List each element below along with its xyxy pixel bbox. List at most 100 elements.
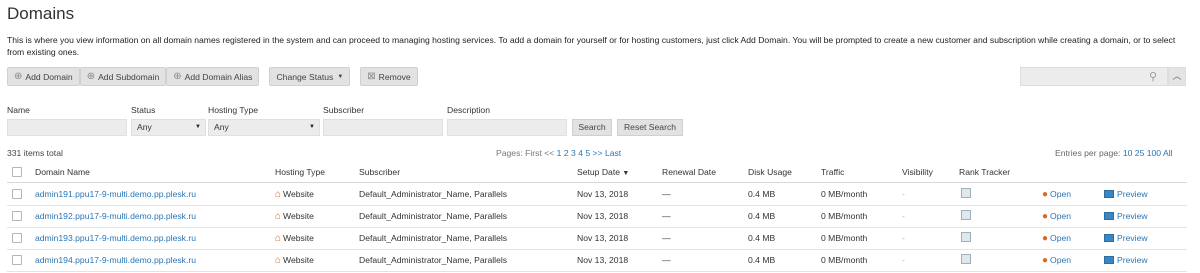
- open-link[interactable]: ● Open: [1042, 233, 1071, 244]
- rank-tracker-icon[interactable]: [961, 188, 971, 198]
- open-link[interactable]: ● Open: [1042, 189, 1071, 200]
- items-total: 331 items total: [7, 148, 63, 158]
- traffic-cell: 0 MB/month: [821, 211, 868, 221]
- page-next-last-link[interactable]: >> Last: [593, 148, 622, 158]
- remove-icon: ⊠: [367, 71, 376, 82]
- domain-name-link[interactable]: admin193.ppu17-9-multi.demo.pp.plesk.ru: [35, 233, 196, 243]
- column-domain-name[interactable]: Domain Name: [35, 167, 90, 177]
- entries-option-all[interactable]: All: [1163, 148, 1173, 158]
- preview-link[interactable]: Preview: [1104, 211, 1148, 221]
- hosting-type-value: Website: [283, 211, 314, 221]
- column-setup-date-label: Setup Date: [577, 167, 620, 177]
- page-link-1[interactable]: 1: [557, 148, 562, 158]
- setup-date-cell: Nov 13, 2018: [577, 211, 629, 221]
- select-all-checkbox[interactable]: [12, 167, 22, 177]
- open-link[interactable]: ● Open: [1042, 211, 1071, 222]
- row-checkbox[interactable]: [12, 211, 22, 221]
- pagination: Pages: First << 1 2 3 4 5 >> Last: [496, 148, 621, 158]
- remove-label: Remove: [378, 71, 411, 82]
- add-domain-icon: ⊕: [14, 71, 23, 82]
- preview-icon: [1104, 190, 1114, 198]
- visibility-cell: -: [902, 211, 905, 221]
- page-link-5[interactable]: 5: [585, 148, 590, 158]
- rank-tracker-icon[interactable]: [961, 210, 971, 220]
- column-visibility[interactable]: Visibility: [902, 167, 933, 177]
- preview-icon: [1104, 234, 1114, 242]
- rank-tracker-icon[interactable]: [961, 254, 971, 264]
- subscriber-filter-label: Subscriber: [323, 105, 365, 115]
- collapse-search-button[interactable]: ︿: [1168, 67, 1186, 86]
- column-rank-tracker[interactable]: Rank Tracker: [959, 167, 1010, 177]
- hosting-type-filter-label: Hosting Type: [208, 105, 259, 115]
- hosting-type-value: Website: [283, 189, 314, 199]
- toolbar-separator: [353, 67, 357, 86]
- rank-tracker-icon[interactable]: [961, 232, 971, 242]
- column-setup-date[interactable]: Setup Date ▼: [577, 167, 629, 177]
- domain-name-link[interactable]: admin192.ppu17-9-multi.demo.pp.plesk.ru: [35, 211, 196, 221]
- open-icon: ●: [1042, 211, 1049, 222]
- preview-label: Preview: [1117, 255, 1148, 265]
- description-filter-input[interactable]: [447, 119, 567, 136]
- description-filter-label: Description: [447, 105, 490, 115]
- hosting-type-value: Website: [283, 255, 314, 265]
- global-search-input[interactable]: ⚲: [1020, 67, 1168, 86]
- toolbar: ⊕ Add Domain ⊕ Add Subdomain ⊕ Add Domai…: [7, 67, 418, 86]
- table-row: admin192.ppu17-9-multi.demo.pp.plesk.ru …: [7, 205, 1187, 228]
- remove-button[interactable]: ⊠ Remove: [360, 67, 418, 86]
- column-hosting-type[interactable]: Hosting Type: [275, 167, 325, 177]
- open-label: Open: [1050, 211, 1072, 221]
- page-link-2[interactable]: 2: [564, 148, 569, 158]
- table-row: admin193.ppu17-9-multi.demo.pp.plesk.ru …: [7, 227, 1187, 250]
- entries-label: Entries per page:: [1055, 148, 1121, 158]
- entries-option-100[interactable]: 100: [1147, 148, 1161, 158]
- add-domain-button[interactable]: ⊕ Add Domain: [7, 67, 80, 86]
- row-checkbox[interactable]: [12, 255, 22, 265]
- setup-date-cell: Nov 13, 2018: [577, 189, 629, 199]
- change-status-button[interactable]: Change Status ▼: [269, 67, 351, 86]
- column-renewal-date[interactable]: Renewal Date: [662, 167, 716, 177]
- column-disk-usage[interactable]: Disk Usage: [748, 167, 792, 177]
- subscriber-filter-input[interactable]: [323, 119, 443, 136]
- preview-link[interactable]: Preview: [1104, 233, 1148, 243]
- subscriber-cell: Default_Administrator_Name, Parallels: [359, 255, 508, 265]
- table-row: admin194.ppu17-9-multi.demo.pp.plesk.ru …: [7, 249, 1187, 272]
- open-link[interactable]: ● Open: [1042, 255, 1071, 266]
- visibility-cell: -: [902, 189, 905, 199]
- column-subscriber[interactable]: Subscriber: [359, 167, 400, 177]
- table-row: admin191.ppu17-9-multi.demo.pp.plesk.ru …: [7, 183, 1187, 206]
- preview-link[interactable]: Preview: [1104, 255, 1148, 265]
- add-subdomain-button[interactable]: ⊕ Add Subdomain: [79, 67, 167, 86]
- open-icon: ●: [1042, 255, 1049, 266]
- domain-name-link[interactable]: admin194.ppu17-9-multi.demo.pp.plesk.ru: [35, 255, 196, 265]
- disk-usage-cell: 0.4 MB: [748, 189, 776, 199]
- entries-option-10[interactable]: 10: [1123, 148, 1133, 158]
- preview-link[interactable]: Preview: [1104, 189, 1148, 199]
- status-filter-select[interactable]: Any ▼: [131, 119, 206, 136]
- domain-name-link[interactable]: admin191.ppu17-9-multi.demo.pp.plesk.ru: [35, 189, 196, 199]
- add-domain-alias-button[interactable]: ⊕ Add Domain Alias: [166, 67, 260, 86]
- open-label: Open: [1050, 189, 1072, 199]
- traffic-cell: 0 MB/month: [821, 189, 868, 199]
- disk-usage-cell: 0.4 MB: [748, 211, 776, 221]
- name-filter-input[interactable]: [7, 119, 127, 136]
- page-link-3[interactable]: 3: [571, 148, 576, 158]
- renewal-date-cell: —: [662, 211, 671, 221]
- open-label: Open: [1050, 255, 1072, 265]
- row-checkbox[interactable]: [12, 189, 22, 199]
- hosting-type-filter-select[interactable]: Any ▼: [208, 119, 320, 136]
- renewal-date-cell: —: [662, 189, 671, 199]
- name-filter-label: Name: [7, 105, 30, 115]
- row-checkbox[interactable]: [12, 233, 22, 243]
- page-title: Domains: [7, 4, 75, 23]
- open-icon: ●: [1042, 233, 1049, 244]
- preview-label: Preview: [1117, 211, 1148, 221]
- add-domain-alias-label: Add Domain Alias: [184, 71, 253, 82]
- page-description: This is where you view information on al…: [7, 35, 1176, 57]
- page-link-4[interactable]: 4: [578, 148, 583, 158]
- column-traffic[interactable]: Traffic: [821, 167, 844, 177]
- search-button[interactable]: Search: [572, 119, 612, 136]
- preview-label: Preview: [1117, 189, 1148, 199]
- entries-option-25[interactable]: 25: [1135, 148, 1145, 158]
- reset-search-button[interactable]: Reset Search: [617, 119, 683, 136]
- change-status-label: Change Status: [276, 71, 334, 82]
